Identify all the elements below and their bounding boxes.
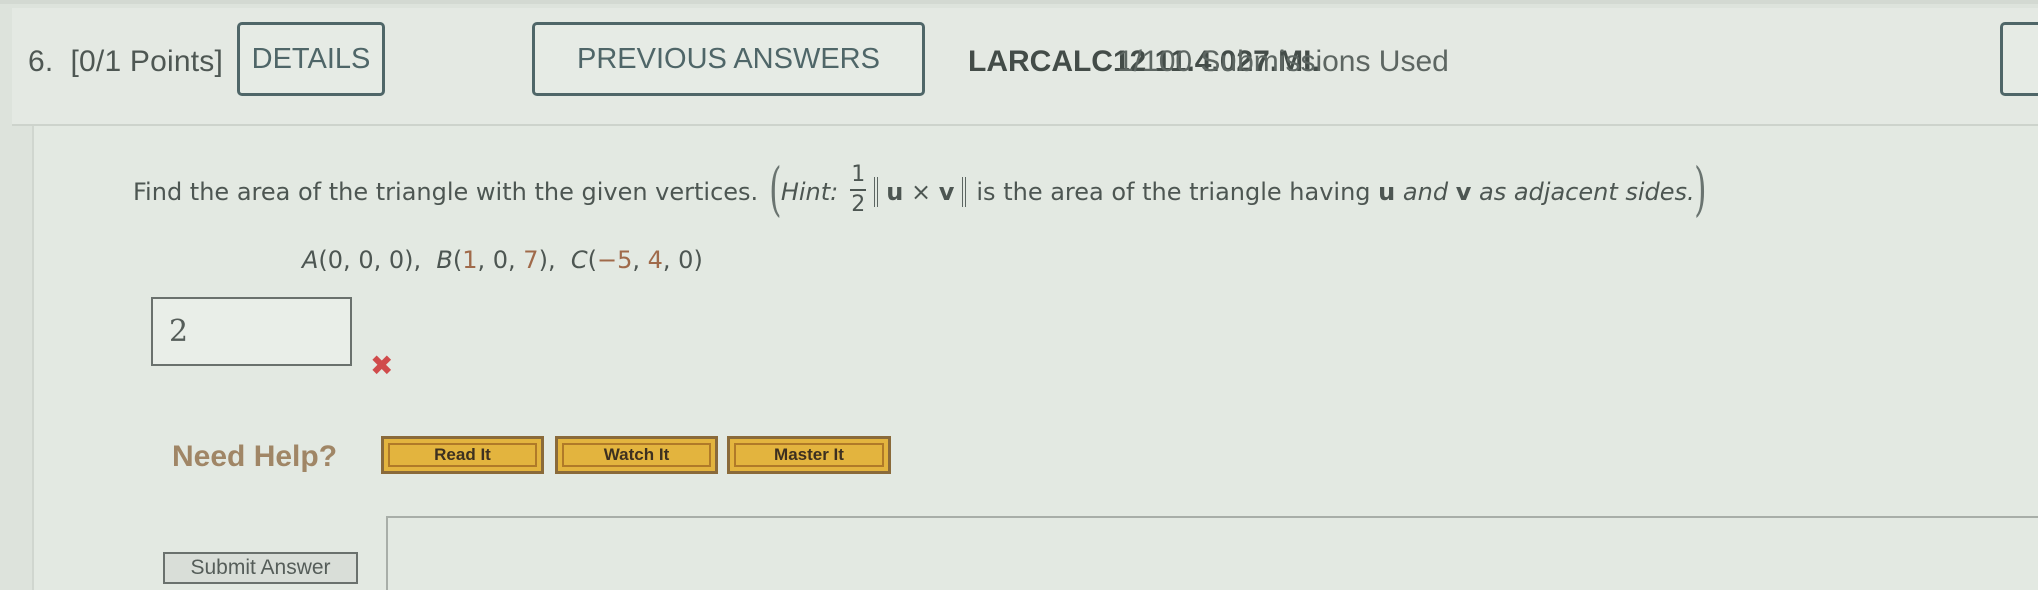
close-paren: ) [1693,155,1707,223]
submit-answer-button[interactable]: Submit Answer [163,552,358,584]
vector-u: u [886,178,904,206]
vertex-c-open: ( [587,246,597,274]
question-prompt: Find the area of the triangle with the g… [133,155,1707,226]
hint-and: and [1402,178,1449,206]
open-paren: ( [769,155,782,223]
vertex-b-open: ( [452,246,463,274]
vertex-c-y: 4 [647,246,663,274]
fraction-denominator: 2 [851,192,866,217]
vertex-c-close: , 0) [662,246,703,274]
question-points: 6. [0/1 Points] [28,45,223,79]
vertex-b-x: 1 [462,246,478,274]
master-it-label: Master It [774,445,844,464]
details-button[interactable]: DETAILS [237,22,385,96]
prompt-text: Find the area of the triangle with the g… [133,178,759,206]
need-help-label: Need Help? [172,440,338,473]
fraction-one-half: 1 2 [850,162,867,217]
hint-label: Hint: [780,178,839,206]
vertex-b-mid: , 0, [477,246,524,274]
left-rule [32,126,34,590]
vertex-c-sep: , [632,246,648,274]
feedback-area [386,516,2038,590]
watch-it-label: Watch It [603,445,670,464]
fraction-bar [850,189,867,191]
vertex-b-z: 7 [523,246,539,274]
vertex-a-label: A [302,246,319,274]
read-it-label: Read It [434,445,491,464]
hint-vector-v: v [1455,178,1472,206]
question-number: 6. [28,45,54,78]
vector-v: v [938,178,955,206]
vertex-a-coords: (0, 0, 0), [318,246,422,274]
fraction-numerator: 1 [851,162,866,187]
triangle-vertices: A(0, 0, 0), B(1, 0, 7), C(−5, 4, 0) [302,246,703,274]
vertex-c-x: −5 [596,246,633,274]
points-label: [0/1 Points] [70,45,223,78]
hint-text-2: as adjacent sides. [1479,178,1695,206]
master-it-button[interactable]: Master It [727,436,891,474]
times-symbol: × [910,178,932,206]
hint-vector-u: u [1378,178,1396,206]
vertex-b-label: B [436,246,453,274]
cross-product-norm: u × v [874,177,967,207]
answer-input[interactable]: 2 [151,297,352,366]
hint-text-1: is the area of the triangle having [976,178,1371,206]
vertex-c-label: C [570,246,588,274]
previous-answers-button[interactable]: PREVIOUS ANSWERS [532,22,925,96]
incorrect-x-icon: ✖ [370,349,394,382]
header-right-button[interactable] [2000,22,2038,96]
watch-it-button[interactable]: Watch It [555,436,718,474]
read-it-button[interactable]: Read It [381,436,544,474]
submissions-used: 1/100 Submissions Used [1117,45,1449,78]
vertex-b-close: ), [538,246,556,274]
top-strip [0,0,2038,4]
